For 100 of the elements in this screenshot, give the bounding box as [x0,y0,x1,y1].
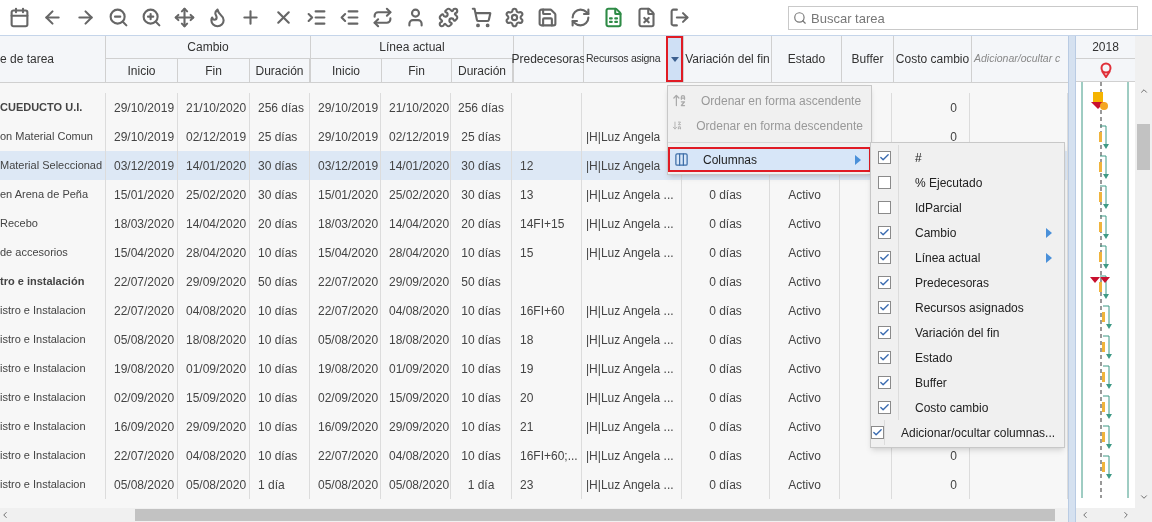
checkbox[interactable] [878,351,891,364]
move-icon[interactable] [173,6,195,29]
table-cell-text: 1 día [258,476,285,494]
table-cell-text: 18/08/2020 [186,331,247,349]
column-header[interactable]: Variación del fin [684,36,772,82]
table-cell-text: |H|Luz Angela [586,128,661,146]
document-delete-icon[interactable] [635,6,657,29]
menu-item[interactable]: Columnas [668,147,871,172]
column-header[interactable]: Predecesoras [514,36,584,82]
table-cell-text: istro e Instalacion [0,303,86,319]
table-cell-text: 10 días [461,244,501,262]
table-cell-text: 0 [950,128,957,146]
scroll-down-icon[interactable] [1138,492,1149,502]
horizontal-scrollbar[interactable] [0,508,1068,522]
cart-icon[interactable] [470,6,492,29]
table-cell-text: 23 [520,476,534,494]
table-cell-text: 10 días [258,244,298,262]
table-cell-text: 18/03/2020 [114,215,175,233]
scroll-up-icon[interactable] [1138,86,1149,96]
table-cell-text: Activo [788,244,821,262]
table-cell-text: |H|Luz Angela ... [586,389,674,407]
table-cell-text: |H|Luz Angela ... [586,476,674,494]
calendar-icon[interactable] [8,6,30,29]
horizontal-scrollbar[interactable] [1076,508,1135,522]
table-row[interactable]: istro e Instalacion 05/08/2020 05/08/2020 1 día 05/08/2020 05/08/2020 1 día 23 |H|Luz Angela ... 0 días Activo 0 [0,470,1068,499]
table-cell-text: 10 días [461,360,501,378]
table-cell-text: 15/04/2020 [114,244,175,262]
table-cell-text: 50 días [258,273,298,291]
submenu-arrow-icon [1046,252,1052,263]
table-cell-text: 15/04/2020 [318,244,379,262]
table-cell-text: 10 días [258,447,298,465]
table-cell-text: 30 días [461,157,501,175]
table-cell-text: 0 días [709,244,742,262]
table-cell-text: 10 días [258,360,298,378]
column-menu-button[interactable] [666,36,683,82]
table-cell-text: Activo [788,186,821,204]
table-cell-text: 29/09/2020 [389,418,450,436]
table-cell-text: 0 días [709,273,742,291]
table-cell-text: 0 [950,476,957,494]
table-cell-text: 12 [520,157,534,175]
table-cell-text: 256 días [457,99,504,117]
puzzle-icon[interactable] [437,6,459,29]
table-cell-text: 10 días [258,331,298,349]
vertical-scrollbar[interactable] [1135,36,1152,522]
scroll-left-icon[interactable] [0,510,10,520]
table-cell-text: 15/01/2020 [318,186,379,204]
table-cell-text: Activo [788,476,821,494]
caret-icon [670,56,679,62]
summary-marker [1090,277,1110,283]
checkbox[interactable] [878,401,891,414]
table-cell-text: 25/02/2020 [186,186,247,204]
checkbox[interactable] [878,326,891,339]
table-cell-text: on Material Comun [0,129,93,145]
table-cell-text: |H|Luz Angela ... [586,331,674,349]
column-header[interactable]: e de tarea [0,36,106,82]
table-cell-text: 16FI+60;... [520,447,578,465]
search-field[interactable]: Buscar tarea [788,6,1138,30]
checkbox[interactable] [878,226,891,239]
dependency-arrow [1102,395,1112,419]
table-cell-text: 0 días [709,302,742,320]
table-cell-text: istro e Instalacion [0,361,86,377]
column-title[interactable]: Recursos asigna [584,51,661,67]
checkbox[interactable] [878,376,891,389]
table-cell-text: 25 días [461,128,501,146]
table-cell-text: 02/12/2019 [389,128,450,146]
settings-icon[interactable] [503,6,525,29]
checkbox[interactable] [871,426,884,439]
exit-icon[interactable] [668,6,690,29]
checkbox[interactable] [878,176,891,189]
table-cell-text: en Arena de Peña [0,187,89,203]
table-cell-text: 29/10/2019 [114,99,175,117]
menu-item[interactable]: Recursos asignados [871,295,1064,320]
refresh-icon[interactable] [569,6,591,29]
menu-item[interactable]: Línea actual [871,245,1064,270]
table-cell-text: |H|Luz Angela ... [586,418,674,436]
table-cell-text: 10 días [258,418,298,436]
scrollbar-thumb[interactable] [1137,124,1150,170]
spreadsheet-icon[interactable] [602,6,624,29]
table-cell-text: 10 días [461,447,501,465]
zoom-in-icon[interactable] [140,6,162,29]
table-cell-text: |H|Luz Angela ... [586,244,674,262]
checkbox[interactable] [878,251,891,264]
zoom-out-icon[interactable] [107,6,129,29]
table-cell-text: 04/08/2020 [389,447,450,465]
save-icon[interactable] [536,6,558,29]
column-header[interactable]: Costo cambio [894,36,972,82]
table-cell-text: |H|Luz Angela ... [586,186,674,204]
scrollbar-thumb[interactable] [135,509,1055,521]
checkbox[interactable] [878,301,891,314]
loop-icon[interactable] [371,6,393,29]
scroll-right-icon[interactable] [1121,510,1131,520]
checkbox[interactable] [878,201,891,214]
table-cell-text: istro e Instalacion [0,448,86,464]
menu-item[interactable]: Predecesoras [871,270,1064,295]
table-cell-text: Activo [788,331,821,349]
checkbox[interactable] [878,276,891,289]
scroll-left-icon[interactable] [1080,510,1090,520]
checkbox[interactable] [878,151,891,164]
table-cell-text: 15/01/2020 [114,186,175,204]
table-cell-text: 22/07/2020 [114,302,175,320]
